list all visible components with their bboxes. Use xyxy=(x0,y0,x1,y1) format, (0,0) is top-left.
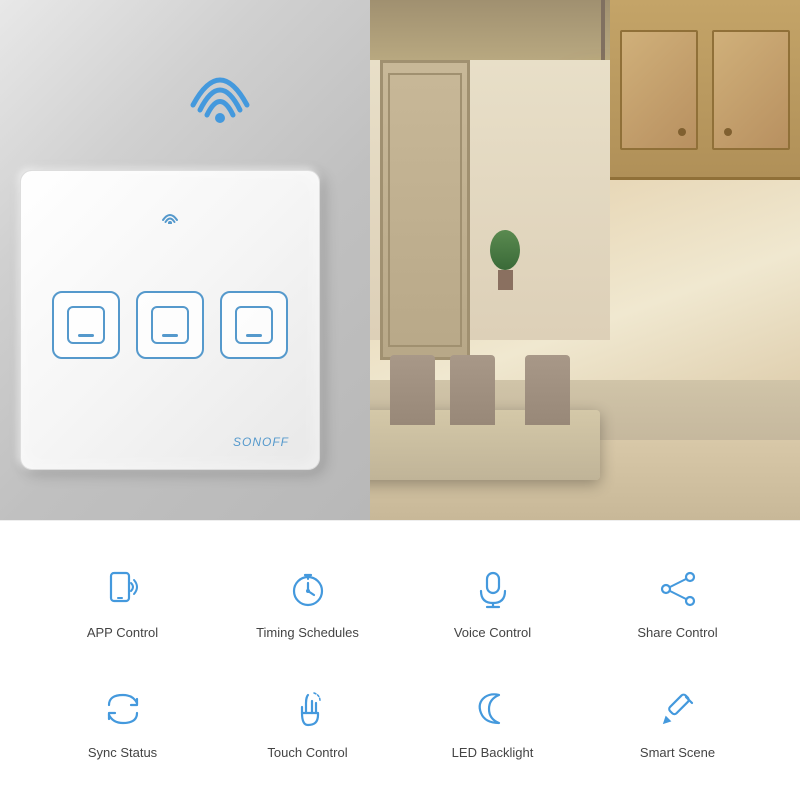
voice-icon xyxy=(467,563,519,615)
feature-share: Share Control xyxy=(585,541,770,661)
switch-btn-3-inner xyxy=(235,306,273,344)
led-icon xyxy=(467,683,519,735)
feature-smart-scene: Smart Scene xyxy=(585,661,770,781)
switch-btn-2[interactable] xyxy=(136,291,204,359)
switch-btn-3[interactable] xyxy=(220,291,288,359)
wifi-top-icon xyxy=(185,60,255,120)
touch-label: Touch Control xyxy=(267,745,347,760)
timing-icon xyxy=(282,563,334,615)
feature-app-control: APP Control xyxy=(30,541,215,661)
chair-1 xyxy=(390,355,435,425)
app-control-label: APP Control xyxy=(87,625,158,640)
features-grid: APP Control Timing Schedules xyxy=(0,521,800,801)
app-container: SONOFF xyxy=(0,0,800,801)
chair-3 xyxy=(525,355,570,425)
product-image-section: SONOFF xyxy=(0,0,800,520)
switch-buttons xyxy=(52,291,288,359)
share-label: Share Control xyxy=(637,625,717,640)
plant xyxy=(490,230,520,290)
voice-label: Voice Control xyxy=(454,625,531,640)
switch-btn-1-inner xyxy=(67,306,105,344)
smart-scene-label: Smart Scene xyxy=(640,745,715,760)
sync-icon xyxy=(97,683,149,735)
cabinet-door-right xyxy=(712,30,790,150)
plant-pot xyxy=(498,270,513,290)
door xyxy=(380,60,470,360)
kitchen-scene xyxy=(370,0,800,520)
timing-label: Timing Schedules xyxy=(256,625,359,640)
upper-cabinets xyxy=(610,0,800,180)
chair-2 xyxy=(450,355,495,425)
smart-scene-icon xyxy=(652,683,704,735)
feature-sync: Sync Status xyxy=(30,661,215,781)
switch-btn-2-inner xyxy=(151,306,189,344)
plant-leaves xyxy=(490,230,520,270)
feature-timing: Timing Schedules xyxy=(215,541,400,661)
feature-led: LED Backlight xyxy=(400,661,585,781)
cabinet-handle xyxy=(678,128,686,136)
share-icon xyxy=(652,563,704,615)
feature-touch: Touch Control xyxy=(215,661,400,781)
feature-voice: Voice Control xyxy=(400,541,585,661)
app-control-icon xyxy=(97,563,149,615)
cabinet-door-left xyxy=(620,30,698,150)
device-switch: SONOFF xyxy=(20,170,320,470)
cabinet-handle-2 xyxy=(724,128,732,136)
led-label: LED Backlight xyxy=(452,745,534,760)
touch-icon xyxy=(282,683,334,735)
door-panel xyxy=(388,73,462,347)
left-panel: SONOFF xyxy=(0,0,370,520)
switch-btn-1[interactable] xyxy=(52,291,120,359)
sync-label: Sync Status xyxy=(88,745,157,760)
brand-logo: SONOFF xyxy=(233,435,289,449)
